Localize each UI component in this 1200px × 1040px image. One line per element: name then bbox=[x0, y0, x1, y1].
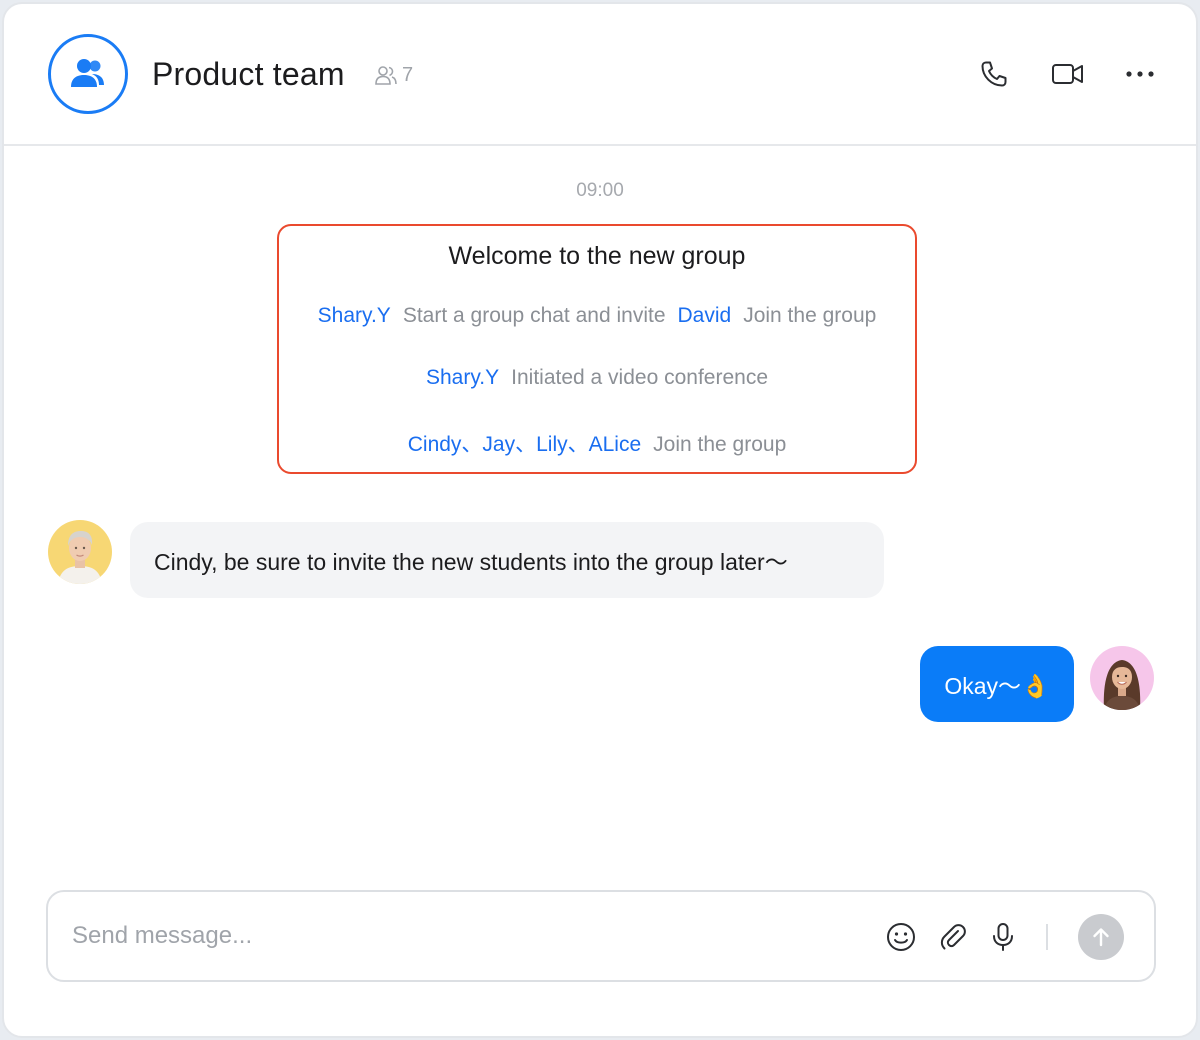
avatar-portrait-icon bbox=[48, 520, 112, 584]
outgoing-message[interactable]: Okay～👌 bbox=[920, 646, 1074, 722]
member-link[interactable]: Cindy、Jay、Lily、ALice bbox=[408, 433, 641, 456]
phone-icon bbox=[981, 61, 1007, 87]
group-icon bbox=[71, 59, 104, 87]
message-timestamp: 09:00 bbox=[576, 180, 624, 201]
video-call-button[interactable] bbox=[1050, 56, 1086, 92]
members-icon bbox=[375, 65, 397, 85]
member-link[interactable]: Shary.Y bbox=[318, 304, 391, 327]
microphone-icon bbox=[993, 923, 1013, 951]
sender-avatar[interactable] bbox=[48, 520, 112, 584]
chat-window: Product team 7 09:00 Welcome to the new … bbox=[2, 2, 1198, 1038]
notice-text: Start a group chat and invite bbox=[402, 304, 666, 327]
attach-button[interactable] bbox=[936, 920, 970, 954]
emoji-button[interactable] bbox=[884, 920, 918, 954]
notice-text: Initiated a video conference bbox=[511, 366, 768, 389]
member-link[interactable]: David bbox=[678, 304, 732, 327]
member-count[interactable]: 7 bbox=[374, 64, 413, 87]
voice-button[interactable] bbox=[986, 920, 1020, 954]
member-count-value: 7 bbox=[402, 64, 414, 86]
message-input[interactable] bbox=[72, 916, 852, 956]
attachment-icon bbox=[940, 924, 966, 950]
video-icon bbox=[1052, 64, 1083, 84]
send-icon bbox=[1093, 928, 1109, 947]
page-title: Product team bbox=[152, 56, 345, 92]
call-button[interactable] bbox=[976, 56, 1012, 92]
message-text: Okay～👌 bbox=[944, 673, 1050, 699]
notice-line: Shary.Y Start a group chat and invite Davi… bbox=[279, 304, 915, 328]
member-link[interactable]: Shary.Y bbox=[426, 366, 499, 389]
message-text: Cindy, be sure to invite the new student… bbox=[154, 549, 788, 575]
more-icon bbox=[1126, 71, 1154, 77]
notice-text: Join the group bbox=[653, 433, 787, 456]
avatar-portrait-icon bbox=[1090, 646, 1154, 710]
notice-text: Join the group bbox=[743, 304, 877, 327]
composer-divider bbox=[1046, 924, 1048, 950]
incoming-message[interactable]: Cindy, be sure to invite the new student… bbox=[130, 522, 884, 598]
more-button[interactable] bbox=[1122, 56, 1158, 92]
user-avatar[interactable] bbox=[1090, 646, 1154, 710]
notice-title: Welcome to the new group bbox=[448, 242, 746, 270]
notice-line: Shary.Y Initiated a video conference bbox=[279, 366, 915, 390]
group-avatar[interactable] bbox=[48, 34, 128, 114]
emoji-icon bbox=[887, 923, 915, 951]
group-notice: Welcome to the new group Shary.Y Start a … bbox=[277, 224, 917, 474]
chat-header: Product team 7 bbox=[4, 4, 1196, 146]
send-button[interactable] bbox=[1078, 914, 1124, 960]
message-composer bbox=[46, 890, 1156, 982]
notice-line: Cindy、Jay、Lily、ALice Join the group bbox=[279, 428, 915, 458]
